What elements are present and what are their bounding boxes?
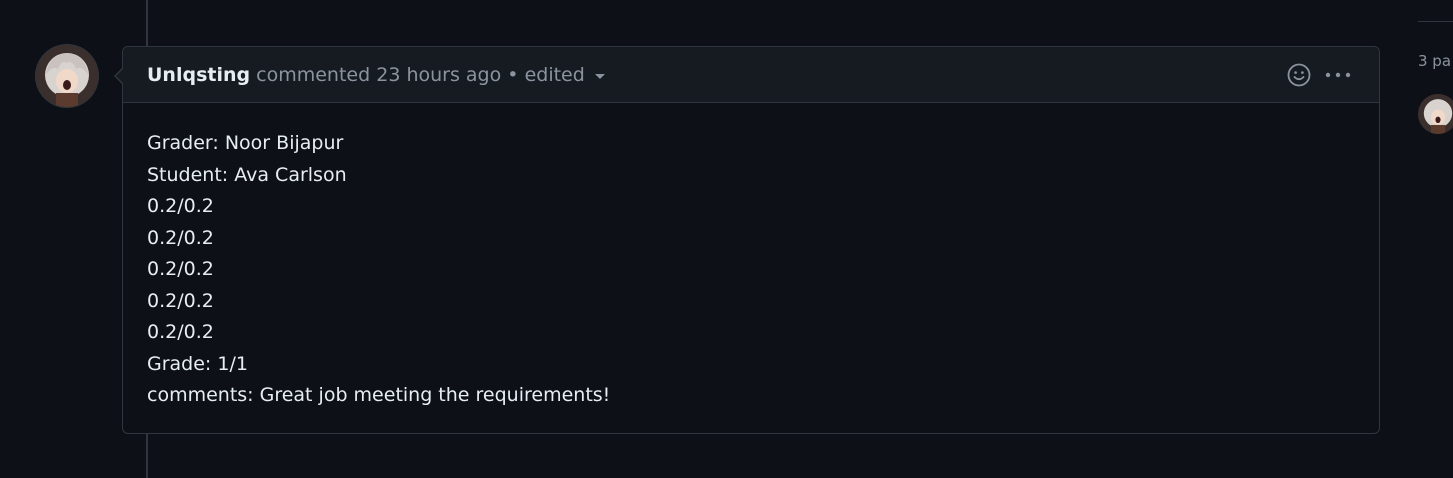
comment-header: Unlqsting commented 23 hours ago • edite… [123, 47, 1379, 103]
participants-count: 3 pa [1418, 52, 1452, 70]
triangle-down-icon[interactable] [594, 74, 605, 79]
comment-pointer-fill [116, 68, 124, 84]
body-line: Grader: Noor Bijapur [147, 132, 344, 154]
user-avatar-icon [1418, 94, 1453, 134]
participant-avatar[interactable] [1418, 94, 1453, 134]
body-line: 0.2/0.2 [147, 289, 214, 312]
avatar[interactable] [36, 45, 98, 107]
comment-menu-button[interactable] [1325, 63, 1351, 87]
comment-body: Grader: Noor Bijapur Student: Ava Carlso… [147, 128, 1355, 412]
body-line: Grade: 1/1 [147, 352, 248, 375]
comment-timestamp[interactable]: 23 hours ago [376, 64, 501, 86]
separator: • [507, 64, 519, 86]
comment-action: commented [256, 64, 371, 86]
edited-label[interactable]: edited [525, 64, 585, 86]
author-link[interactable]: Unlqsting [147, 64, 250, 86]
kebab-horizontal-icon [1325, 72, 1351, 78]
body-line: 0.2/0.2 [147, 321, 214, 343]
body-line: comments: Great job meeting the requirem… [147, 384, 611, 406]
body-line: 0.2/0.2 [147, 258, 214, 280]
comment-actions [1287, 63, 1351, 87]
add-reaction-button[interactable] [1287, 63, 1311, 87]
comment-header-text: Unlqsting commented 23 hours ago • edite… [147, 63, 605, 87]
user-avatar-icon [36, 45, 98, 107]
body-line: 0.2/0.2 [147, 226, 214, 249]
body-line: Student: Ava Carlson [147, 163, 347, 186]
body-line: 0.2/0.2 [147, 195, 214, 217]
sidebar-divider [1418, 21, 1453, 22]
comment-box: Unlqsting commented 23 hours ago • edite… [114, 46, 1380, 434]
smiley-icon [1287, 63, 1311, 87]
